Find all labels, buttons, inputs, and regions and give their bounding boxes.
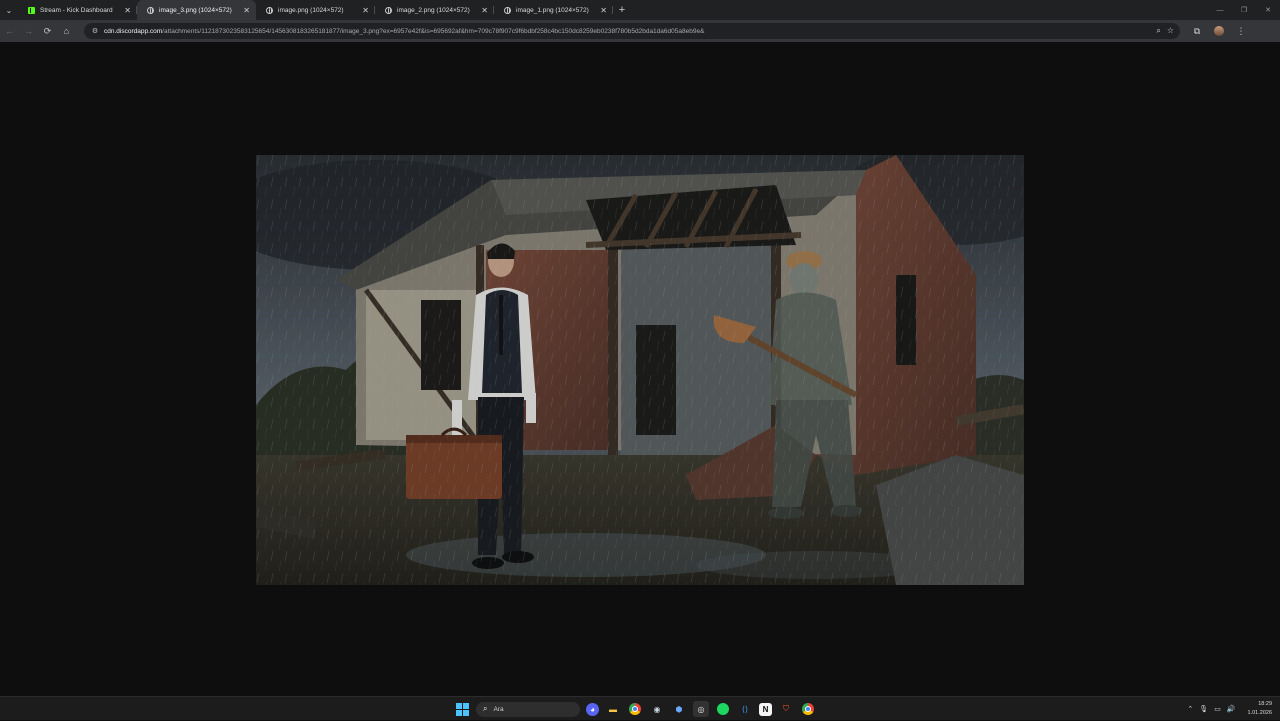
- steam-icon[interactable]: ◉: [649, 701, 665, 717]
- profile-button[interactable]: [1208, 20, 1230, 42]
- browser-toolbar: ← → ⟳ ⌂ ⚙ cdn.discordapp.com/attachments…: [0, 20, 1280, 42]
- back-arrow-icon[interactable]: ←: [0, 20, 19, 42]
- zoom-icon[interactable]: ⌕: [1156, 26, 1160, 36]
- tab-image-2[interactable]: image_2.png (1024×572) ✕: [375, 0, 494, 20]
- windows-start-icon[interactable]: [454, 701, 470, 717]
- kick-icon: [28, 6, 35, 14]
- close-icon[interactable]: ✕: [600, 6, 607, 15]
- tab-divider: [612, 6, 613, 14]
- viewed-image[interactable]: [256, 155, 1024, 585]
- avatar: [1214, 26, 1224, 36]
- close-window-icon[interactable]: ✕: [1256, 0, 1280, 20]
- obs-icon[interactable]: ◎: [693, 701, 709, 717]
- tab-kick-dashboard[interactable]: Stream - Kick Dashboard ✕: [18, 0, 137, 20]
- globe-icon: [266, 6, 273, 14]
- tab-image-1[interactable]: image_1.png (1024×572) ✕: [494, 0, 613, 20]
- tab-title: image.png (1024×572): [278, 6, 344, 14]
- extensions-icon[interactable]: ⧉: [1186, 20, 1208, 42]
- chevron-up-icon[interactable]: ⌃: [1187, 705, 1193, 713]
- image-viewer: [0, 42, 1280, 696]
- network-icon[interactable]: ▭: [1214, 705, 1221, 713]
- clock-date: 1.01.2026: [1247, 710, 1272, 716]
- chrome-icon[interactable]: [800, 701, 816, 717]
- minimize-icon[interactable]: —: [1208, 0, 1232, 20]
- tab-title: image_3.png (1024×572): [159, 6, 232, 14]
- site-info-icon[interactable]: ⚙: [90, 26, 100, 36]
- globe-icon: [504, 6, 511, 14]
- url-text[interactable]: cdn.discordapp.com/attachments/112187302…: [104, 28, 1150, 35]
- bookmark-star-icon[interactable]: ☆: [1167, 26, 1174, 36]
- file-explorer-icon[interactable]: ▬: [605, 701, 621, 717]
- chrome-icon[interactable]: [627, 701, 643, 717]
- tab-title: image_1.png (1024×572): [516, 6, 589, 14]
- tab-strip: ⌄ Stream - Kick Dashboard ✕ image_3.png …: [0, 0, 1280, 20]
- clock-time: 18:29: [1258, 701, 1272, 707]
- tab-search-button[interactable]: ⌄: [0, 0, 18, 20]
- tab-title: image_2.png (1024×572): [397, 6, 470, 14]
- close-icon[interactable]: ✕: [481, 6, 488, 15]
- spotify-icon[interactable]: [715, 701, 731, 717]
- vscode-icon[interactable]: ⟨⟩: [737, 701, 753, 717]
- tab-image[interactable]: image.png (1024×572) ✕: [256, 0, 375, 20]
- tab-image-3[interactable]: image_3.png (1024×572) ✕: [137, 0, 256, 20]
- search-placeholder: Ara: [493, 705, 504, 713]
- close-icon[interactable]: ✕: [243, 6, 250, 15]
- close-icon[interactable]: ✕: [124, 6, 131, 15]
- tab-title: Stream - Kick Dashboard: [40, 6, 113, 14]
- menu-kebab-icon[interactable]: ⋮: [1230, 20, 1252, 42]
- address-bar[interactable]: ⚙ cdn.discordapp.com/attachments/1121873…: [84, 23, 1180, 39]
- app-icon[interactable]: ⬢: [671, 701, 687, 717]
- new-tab-button[interactable]: +: [613, 0, 631, 20]
- search-icon: ⌕: [483, 704, 488, 713]
- clock[interactable]: 18:29 1.01.2026: [1248, 700, 1272, 718]
- discord-icon[interactable]: ◕: [586, 702, 599, 716]
- forward-arrow-icon[interactable]: →: [19, 20, 38, 42]
- window-controls: — ❐ ✕: [1208, 0, 1280, 20]
- restore-icon[interactable]: ❐: [1232, 0, 1256, 20]
- microphone-icon[interactable]: 🎙: [1199, 705, 1208, 713]
- close-icon[interactable]: ✕: [362, 6, 369, 15]
- globe-icon: [385, 6, 392, 14]
- brave-icon[interactable]: ⛉: [778, 701, 794, 717]
- windows-taskbar: ⌕ Ara ◕ ▬ ◉ ⬢ ◎ ⟨⟩ N ⛉ ⌃ 🎙 ▭ 🔊 18:29 1.0…: [0, 696, 1280, 720]
- home-icon[interactable]: ⌂: [57, 20, 76, 42]
- system-tray: ⌃ 🎙 ▭ 🔊 18:29 1.01.2026: [1187, 697, 1272, 721]
- notion-icon[interactable]: N: [759, 702, 772, 716]
- volume-icon[interactable]: 🔊: [1227, 705, 1236, 713]
- taskbar-search-box[interactable]: ⌕ Ara: [476, 701, 580, 717]
- globe-icon: [147, 6, 154, 14]
- reload-icon[interactable]: ⟳: [38, 20, 57, 42]
